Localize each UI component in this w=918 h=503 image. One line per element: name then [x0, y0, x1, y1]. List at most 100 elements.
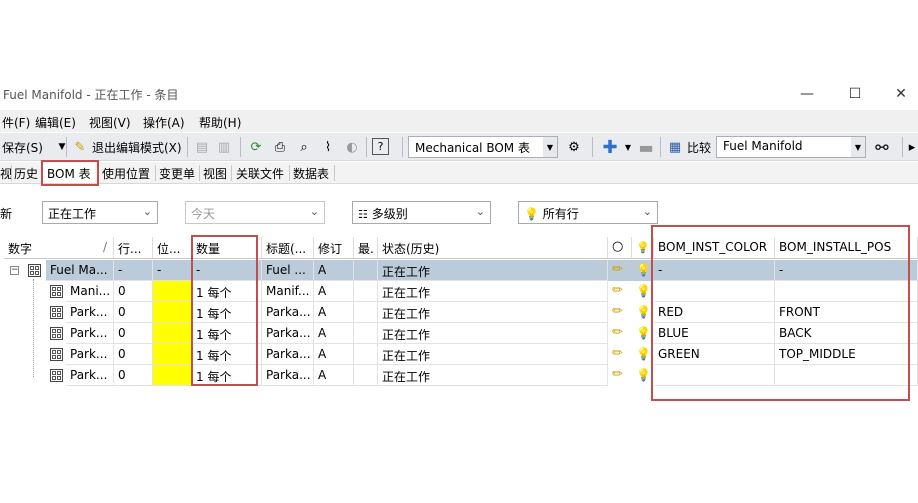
lightbulb-icon[interactable]: 💡	[636, 305, 651, 319]
lightbulb-icon[interactable]: 💡	[636, 284, 651, 298]
cell-line[interactable]: 0	[114, 302, 153, 323]
column-header-revision[interactable]: 修订	[314, 237, 354, 259]
cell-latest[interactable]	[354, 323, 378, 344]
column-header-line[interactable]: 行...	[114, 237, 153, 259]
cell-line[interactable]: 0	[114, 323, 153, 344]
cell-revision[interactable]: A	[314, 281, 354, 302]
cell-state[interactable]: 正在工作	[378, 302, 608, 323]
tab-history[interactable]: 历史	[14, 163, 38, 183]
compare-target-select[interactable]: Fuel Manifold ▼	[716, 136, 866, 158]
collapse-icon[interactable]: −	[10, 266, 19, 275]
dropdown-arrow-icon[interactable]: ▼	[52, 137, 72, 157]
cell-line[interactable]: 0	[114, 281, 153, 302]
column-header-latest[interactable]: 最.	[354, 237, 378, 259]
menu-actions[interactable]: 操作(A)	[143, 114, 185, 131]
minimize-button[interactable]: —	[784, 80, 830, 108]
tab-related-files[interactable]: 关联文件	[236, 163, 284, 183]
cell-title[interactable]: Fuel ...	[262, 260, 314, 281]
remove-icon[interactable]: ▬	[636, 137, 656, 157]
dropdown-arrow-icon[interactable]: ▼	[618, 137, 638, 157]
cell-position[interactable]	[153, 323, 192, 344]
cell-revision[interactable]: A	[314, 260, 354, 281]
paste-icon[interactable]: ▥	[214, 137, 234, 157]
cell-title[interactable]: Parka...	[262, 365, 314, 386]
print-icon[interactable]: ⎙	[270, 137, 290, 157]
cell-position[interactable]	[153, 344, 192, 365]
edit-pencil-icon[interactable]: ✏	[612, 304, 623, 319]
tab-change-order[interactable]: 变更单	[159, 163, 195, 183]
column-header-title[interactable]: 标题(...	[262, 237, 314, 259]
cell-number[interactable]: Park...	[66, 344, 114, 365]
date-select[interactable]: 今天 ⌄	[185, 201, 325, 224]
cell-state[interactable]: 正在工作	[378, 281, 608, 302]
cell-revision[interactable]: A	[314, 365, 354, 386]
revision-select[interactable]: 正在工作 ⌄	[42, 201, 158, 224]
cell-revision[interactable]: A	[314, 302, 354, 323]
column-header-status-icon[interactable]: ○	[608, 237, 632, 259]
lightbulb-icon[interactable]: 💡	[636, 326, 651, 340]
column-header-position[interactable]: 位...	[153, 237, 192, 259]
cell-state[interactable]: 正在工作	[378, 365, 608, 386]
help-icon[interactable]: ?	[372, 138, 389, 155]
attachment-icon[interactable]: ⌇	[318, 137, 338, 157]
lightbulb-icon[interactable]: 💡	[636, 263, 651, 277]
edit-pencil-icon[interactable]: ✏	[612, 262, 623, 277]
cell-position[interactable]: -	[153, 260, 192, 281]
cell-position[interactable]	[153, 281, 192, 302]
exit-edit-mode-button[interactable]: 退出编辑模式(X)	[92, 139, 182, 156]
compare-icon[interactable]: ▦	[665, 137, 685, 157]
tab-views[interactable]: 视图	[203, 163, 227, 183]
cell-line[interactable]: -	[114, 260, 153, 281]
refresh-icon[interactable]: ⟳	[246, 137, 266, 157]
cell-title[interactable]: Parka...	[262, 323, 314, 344]
level-select[interactable]: ☷ 多级别 ⌄	[352, 201, 491, 224]
toolbar-overflow-icon[interactable]: ▸	[906, 137, 918, 157]
close-button[interactable]: ✕	[878, 80, 918, 108]
edit-pencil-icon[interactable]: ✏	[612, 367, 623, 382]
cell-title[interactable]: Parka...	[262, 302, 314, 323]
cell-state[interactable]: 正在工作	[378, 323, 608, 344]
print-preview-icon[interactable]: ⌕	[294, 137, 314, 157]
cell-position[interactable]	[153, 302, 192, 323]
compare-button[interactable]: 比较	[687, 139, 711, 156]
lightbulb-icon[interactable]: 💡	[636, 368, 651, 382]
cell-line[interactable]: 0	[114, 344, 153, 365]
menu-file[interactable]: 件(F)	[2, 114, 30, 131]
cell-number[interactable]: Park...	[66, 302, 114, 323]
lookup-icon[interactable]: ◐	[342, 137, 362, 157]
tab-datasheet[interactable]: 数据表	[293, 163, 329, 183]
menu-view[interactable]: 视图(V)	[89, 114, 131, 131]
cell-revision[interactable]: A	[314, 344, 354, 365]
view-settings-icon[interactable]: ⚙	[564, 137, 584, 157]
cell-number[interactable]: Mani...	[66, 281, 114, 302]
edit-pencil-icon[interactable]: ✏	[612, 346, 623, 361]
cell-revision[interactable]: A	[314, 323, 354, 344]
bom-view-select[interactable]: Mechanical BOM 表 ▼	[408, 136, 558, 158]
cell-line[interactable]: 0	[114, 365, 153, 386]
binoculars-icon[interactable]: ⚯	[872, 137, 892, 157]
cell-number[interactable]: Park...	[66, 323, 114, 344]
cell-latest[interactable]	[354, 365, 378, 386]
column-header-state[interactable]: 状态(历史)	[378, 237, 608, 259]
add-icon[interactable]: ✚	[600, 137, 620, 158]
cell-title[interactable]: Manif...	[262, 281, 314, 302]
cell-latest[interactable]	[354, 260, 378, 281]
cell-position[interactable]	[153, 365, 192, 386]
cell-title[interactable]: Parka...	[262, 344, 314, 365]
column-header-number[interactable]: 数字 /	[4, 237, 114, 259]
copy-icon[interactable]: ▤	[192, 137, 212, 157]
edit-pencil-icon[interactable]: ✏	[612, 325, 623, 340]
cell-state[interactable]: 正在工作	[378, 344, 608, 365]
menu-edit[interactable]: 编辑(E)	[35, 114, 76, 131]
maximize-button[interactable]: ☐	[832, 80, 878, 108]
cell-number[interactable]: Park...	[66, 365, 114, 386]
lightbulb-icon[interactable]: 💡	[636, 347, 651, 361]
save-button[interactable]: 保存(S)	[2, 139, 43, 156]
menu-help[interactable]: 帮助(H)	[199, 114, 241, 131]
tab-where-used[interactable]: 使用位置	[102, 163, 150, 183]
cell-latest[interactable]	[354, 281, 378, 302]
edit-pencil-icon[interactable]: ✏	[612, 283, 623, 298]
rows-filter-select[interactable]: 💡 所有行 ⌄	[518, 201, 658, 224]
cell-number[interactable]: Fuel Ma...	[46, 260, 114, 281]
cell-state[interactable]: 正在工作	[378, 260, 608, 281]
